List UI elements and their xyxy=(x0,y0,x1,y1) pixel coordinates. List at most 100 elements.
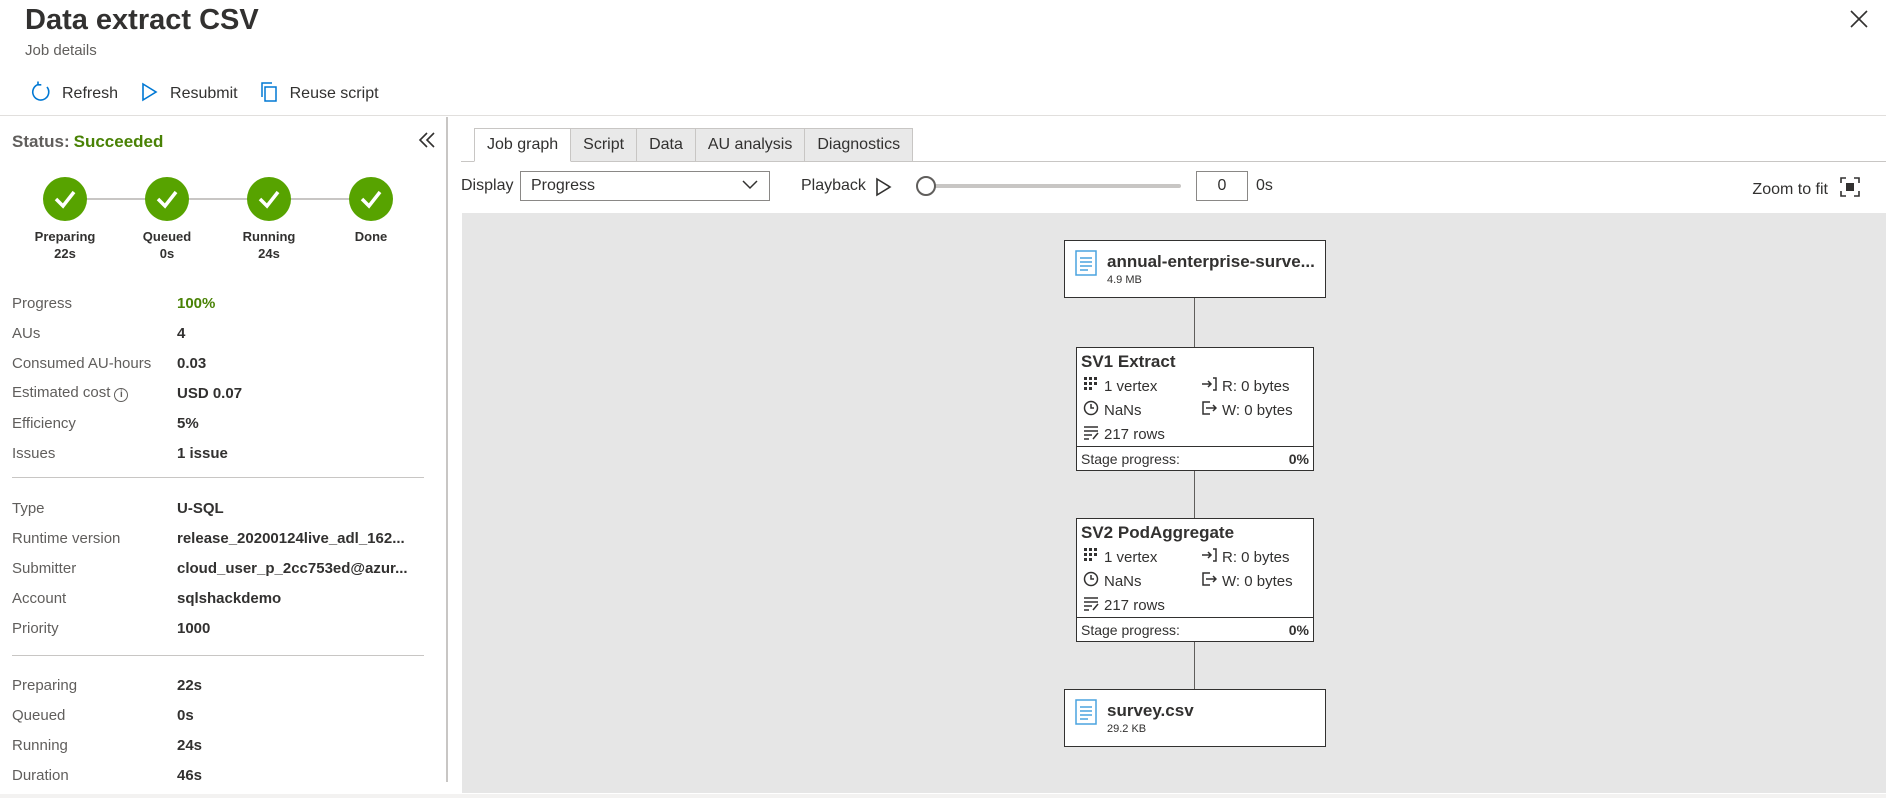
detail-key: Submitter xyxy=(12,559,77,577)
metrics-list: Progress 100% AUs 4 Consumed AU-hours 0.03 … xyxy=(12,288,432,468)
read-icon xyxy=(1201,376,1217,396)
tab-data[interactable]: Data xyxy=(637,128,696,162)
graph-controls: Display Progress Playback 0 0s Zoom to f… xyxy=(461,168,1886,204)
header: Data extract CSV Job details Refresh Res… xyxy=(0,0,1886,116)
collapse-panel-icon[interactable] xyxy=(416,129,438,151)
detail-key: Type xyxy=(12,499,45,517)
page-subtitle: Job details xyxy=(25,42,97,59)
metric-row: Consumed AU-hours 0.03 xyxy=(12,348,432,378)
vertex-icon xyxy=(1083,547,1099,567)
detail-row: Priority 1000 xyxy=(12,613,432,643)
clock-icon xyxy=(1083,571,1099,591)
read-icon xyxy=(1201,547,1217,567)
display-label: Display xyxy=(461,177,514,194)
bottom-scrollbar[interactable] xyxy=(0,794,1886,798)
stage-progress-value: 0% xyxy=(1288,451,1309,467)
write-bytes: W: 0 bytes xyxy=(1222,401,1293,419)
row-count: 217 rows xyxy=(1104,596,1165,614)
job-graph-canvas[interactable]: annual-enterprise-surve... 4.9 MB SV1 Ex… xyxy=(462,213,1886,793)
stage-node-sv1[interactable]: SV1 Extract 1 vertex NaNs 217 rows R: 0 … xyxy=(1076,347,1314,471)
edge xyxy=(1194,471,1195,524)
tab-job-graph[interactable]: Job graph xyxy=(474,128,572,162)
file-icon xyxy=(1075,250,1097,276)
checkmark-icon xyxy=(145,177,189,221)
output-file-node[interactable]: survey.csv 29.2 KB xyxy=(1064,689,1326,747)
metric-key: Issues xyxy=(12,444,56,462)
step-time: 22s xyxy=(54,246,76,261)
stage-progress: Stage progress: 0% xyxy=(1077,617,1313,641)
tab-script[interactable]: Script xyxy=(571,128,638,162)
divider xyxy=(12,477,424,478)
tab-au-analysis[interactable]: AU analysis xyxy=(695,128,806,162)
detail-value: cloud_user_p_2cc753ed@azur... xyxy=(177,559,408,577)
edge xyxy=(1194,298,1195,353)
step-name: Preparing xyxy=(34,229,96,244)
vertex-count: 1 vertex xyxy=(1104,377,1158,395)
close-icon[interactable] xyxy=(1848,8,1870,30)
metric-value: 0.03 xyxy=(177,354,207,372)
info-icon[interactable]: i xyxy=(114,388,129,402)
timings-list: Preparing 22s Queued 0s Running 24s Duratio… xyxy=(12,670,432,790)
refresh-button[interactable]: Refresh xyxy=(30,81,118,106)
stage-time: NaNs xyxy=(1104,401,1142,419)
reuse-script-button[interactable]: Reuse script xyxy=(258,81,379,106)
step-name: Done xyxy=(354,229,388,244)
issues-link[interactable]: 1 issue xyxy=(177,445,427,462)
job-steps: Preparing 22s Queued 0s Running 24s Done xyxy=(20,177,420,267)
detail-row: Type U-SQL xyxy=(12,493,432,523)
zoom-to-fit-button[interactable]: Zoom to fit xyxy=(1752,177,1860,202)
fit-screen-icon xyxy=(1840,177,1860,202)
timing-row: Running 24s xyxy=(12,730,432,760)
metric-row: Estimated cost i USD 0.07 xyxy=(12,378,432,408)
file-size: 29.2 KB xyxy=(1107,723,1147,735)
toolbar: Refresh Resubmit Reuse script xyxy=(30,81,379,106)
detail-value: 1000 xyxy=(177,619,211,637)
page-title: Data extract CSV xyxy=(25,4,259,36)
play-icon[interactable] xyxy=(873,177,893,197)
zoom-label: Zoom to fit xyxy=(1752,180,1828,198)
metric-key: AUs xyxy=(12,324,41,342)
playback-slider-track[interactable] xyxy=(925,184,1181,188)
chevron-down-icon xyxy=(741,175,759,198)
status-value: Succeeded xyxy=(73,132,164,151)
resubmit-label: Resubmit xyxy=(170,85,238,102)
file-size: 4.9 MB xyxy=(1107,274,1142,286)
stage-node-sv2[interactable]: SV2 PodAggregate 1 vertex NaNs 217 rows … xyxy=(1076,518,1314,642)
stage-name: SV1 Extract xyxy=(1081,352,1176,371)
timing-row: Preparing 22s xyxy=(12,670,432,700)
detail-row: Account sqlshackdemo xyxy=(12,583,432,613)
playback-slider-thumb[interactable] xyxy=(916,176,936,196)
read-bytes: R: 0 bytes xyxy=(1222,548,1290,566)
checkmark-icon xyxy=(349,177,393,221)
metric-key: Estimated cost xyxy=(12,384,111,401)
play-icon xyxy=(138,81,160,108)
metric-row: Progress 100% xyxy=(12,288,432,318)
write-bytes: W: 0 bytes xyxy=(1222,572,1293,590)
timing-key: Preparing xyxy=(12,676,78,694)
detail-row: Submitter cloud_user_p_2cc753ed@azur... xyxy=(12,553,432,583)
status-label: Status: xyxy=(12,132,70,151)
step-done: Done xyxy=(326,177,416,245)
stage-progress-label: Stage progress: xyxy=(1081,622,1180,638)
file-name: annual-enterprise-surve... xyxy=(1107,252,1315,271)
metric-row: Issues 1 issue xyxy=(12,438,432,468)
stage-name: SV2 PodAggregate xyxy=(1081,523,1235,542)
file-icon xyxy=(1075,699,1097,725)
detail-key: Account xyxy=(12,589,67,607)
playback-input[interactable]: 0 xyxy=(1196,171,1248,201)
metric-value: USD 0.07 xyxy=(177,384,243,402)
timing-value: 24s xyxy=(177,736,203,754)
detail-value: U-SQL xyxy=(177,499,224,517)
step-time: 0s xyxy=(159,246,175,261)
timing-key: Queued xyxy=(12,706,66,724)
display-select[interactable]: Progress xyxy=(520,171,770,201)
stage-progress: Stage progress: 0% xyxy=(1077,446,1313,470)
detail-value: release_20200124live_adl_162... xyxy=(177,529,405,547)
input-file-node[interactable]: annual-enterprise-surve... 4.9 MB xyxy=(1064,240,1326,298)
step-running: Running 24s xyxy=(224,177,314,262)
resubmit-button[interactable]: Resubmit xyxy=(138,82,238,106)
tab-diagnostics[interactable]: Diagnostics xyxy=(805,128,914,162)
stage-progress-value: 0% xyxy=(1288,622,1309,638)
timing-key: Running xyxy=(12,736,68,754)
metric-row: Efficiency 5% xyxy=(12,408,432,438)
